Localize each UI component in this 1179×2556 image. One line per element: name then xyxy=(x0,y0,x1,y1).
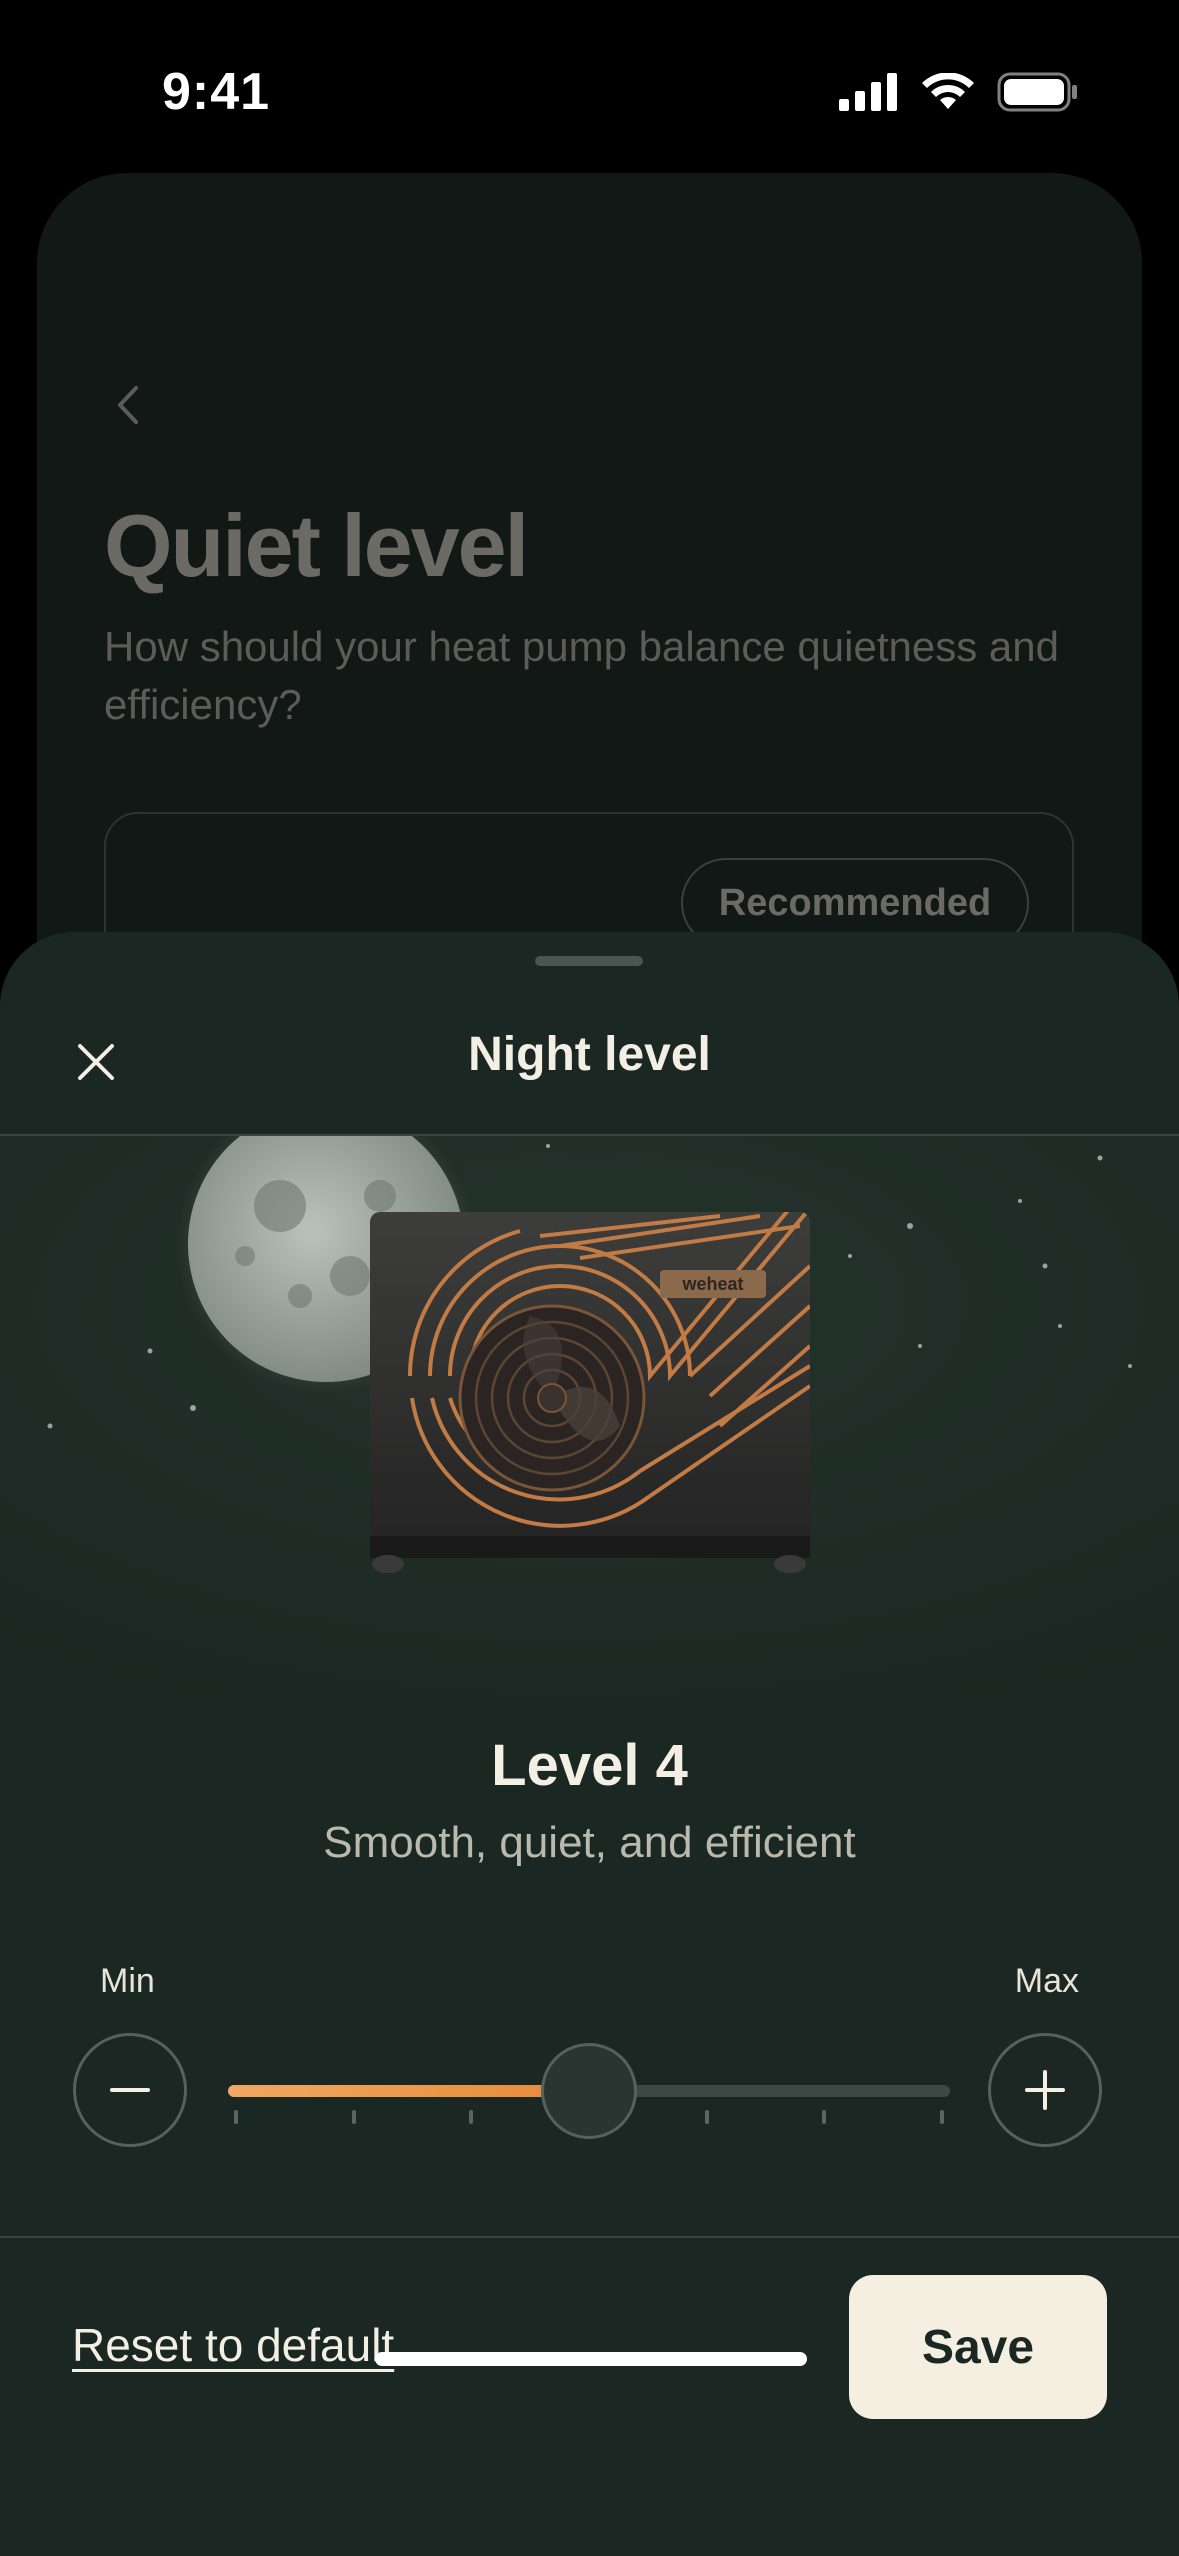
status-time: 9:41 xyxy=(162,63,271,121)
night-level-sheet: Night level weheat Level 4 Smooth, quiet… xyxy=(0,932,1179,2556)
cellular-signal-icon xyxy=(839,73,897,111)
slider-tick xyxy=(234,2110,238,2124)
decrease-button[interactable] xyxy=(73,2033,187,2147)
home-indicator xyxy=(375,2352,807,2366)
brand-badge-text: weheat xyxy=(681,1274,743,1294)
back-chevron-icon[interactable] xyxy=(108,380,148,430)
level-description: Smooth, quiet, and efficient xyxy=(323,1818,856,1867)
slider-tick xyxy=(704,2110,709,2124)
plus-icon xyxy=(1025,2070,1065,2110)
sheet-title: Night level xyxy=(468,1028,711,1081)
slider-tick xyxy=(469,2110,474,2124)
slider-thumb[interactable] xyxy=(541,2043,637,2139)
wifi-icon xyxy=(922,73,974,109)
increase-button[interactable] xyxy=(988,2033,1102,2147)
reset-to-default-link[interactable]: Reset to default xyxy=(72,2318,394,2372)
slider-tick xyxy=(822,2110,827,2124)
minus-icon xyxy=(110,2088,150,2092)
save-button[interactable]: Save xyxy=(849,2275,1107,2419)
slider-fill xyxy=(228,2085,589,2097)
max-label: Max xyxy=(1014,1962,1079,2000)
min-label: Min xyxy=(100,1962,155,2000)
slider-tick xyxy=(351,2110,356,2124)
battery-icon xyxy=(997,72,1077,112)
sheet-grabber[interactable] xyxy=(535,956,643,966)
level-title: Level 4 xyxy=(491,1733,688,1798)
slider-tick xyxy=(940,2110,944,2124)
background-subtitle: How should your heat pump balance quietn… xyxy=(104,623,1059,728)
heat-pump-night-illustration: weheat xyxy=(0,1136,1179,1696)
background-title: Quiet level xyxy=(104,496,529,595)
footer-divider xyxy=(0,2236,1179,2238)
status-icons xyxy=(839,72,1079,112)
